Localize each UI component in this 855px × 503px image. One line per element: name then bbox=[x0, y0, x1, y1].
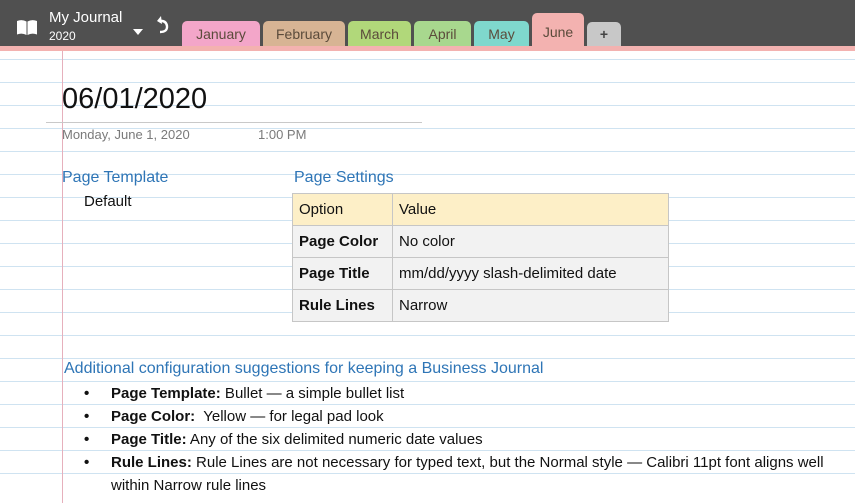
list-item-text: Any of the six delimited numeric date va… bbox=[186, 431, 483, 448]
table-cell[interactable]: Page Title bbox=[292, 257, 393, 290]
suggestions-heading[interactable]: Additional configuration suggestions for… bbox=[64, 360, 543, 378]
add-section-button[interactable]: + bbox=[587, 22, 621, 46]
list-item-text: Bullet — a simple bullet list bbox=[220, 385, 405, 402]
margin-line bbox=[62, 51, 63, 503]
list-item-label: Page Title: bbox=[111, 431, 187, 448]
chevron-down-icon[interactable] bbox=[131, 25, 145, 39]
table-cell[interactable]: mm/dd/yyyy slash-delimited date bbox=[392, 257, 669, 290]
notebook-name[interactable]: My Journal bbox=[49, 9, 122, 26]
list-item[interactable]: • Page Color: Yellow — for legal pad look bbox=[84, 405, 854, 428]
table-row: Page Color No color bbox=[292, 225, 669, 258]
table-row: Page Title mm/dd/yyyy slash-delimited da… bbox=[292, 257, 669, 290]
list-item-text: Yellow — for legal pad look bbox=[195, 408, 384, 425]
page-settings-table[interactable]: Option Value Page Color No color Page Ti… bbox=[292, 193, 669, 322]
tab-january[interactable]: January bbox=[182, 21, 260, 46]
bullet-icon: • bbox=[84, 454, 90, 471]
page-time: 1:00 PM bbox=[258, 127, 307, 142]
table-cell[interactable]: Page Color bbox=[292, 225, 393, 258]
table-cell[interactable]: Rule Lines bbox=[292, 289, 393, 322]
section-group-name[interactable]: 2020 bbox=[49, 29, 76, 43]
list-item[interactable]: • Page Template: Bullet — a simple bullet… bbox=[84, 382, 854, 405]
bullet-icon: • bbox=[84, 431, 90, 448]
bullet-icon: • bbox=[84, 385, 90, 402]
tab-june[interactable]: June bbox=[532, 13, 584, 47]
list-item-label: Page Color: bbox=[111, 408, 196, 425]
tab-february[interactable]: February bbox=[263, 21, 345, 46]
tab-april[interactable]: April bbox=[414, 21, 471, 46]
page-title[interactable]: 06/01/2020 bbox=[62, 82, 207, 116]
page-template-heading[interactable]: Page Template bbox=[62, 169, 168, 187]
tab-may[interactable]: May bbox=[474, 21, 529, 46]
table-cell[interactable]: No color bbox=[392, 225, 669, 258]
list-item[interactable]: • Rule Lines: Rule Lines are not necessar… bbox=[84, 451, 854, 497]
list-item-text: Rule Lines are not necessary for typed t… bbox=[111, 454, 824, 494]
bullet-icon: • bbox=[84, 408, 90, 425]
list-item-label: Page Template: bbox=[111, 385, 221, 402]
title-divider bbox=[46, 122, 422, 123]
list-item-label: Rule Lines: bbox=[111, 454, 192, 471]
table-header-cell[interactable]: Value bbox=[392, 193, 669, 226]
back-arrow-icon[interactable] bbox=[154, 15, 171, 35]
suggestions-list: • Page Template: Bullet — a simple bullet… bbox=[84, 382, 854, 497]
page-date: Monday, June 1, 2020 bbox=[62, 127, 190, 142]
tab-march[interactable]: March bbox=[348, 21, 411, 46]
table-header-row: Option Value bbox=[292, 193, 669, 226]
page-template-value[interactable]: Default bbox=[84, 193, 132, 210]
page-settings-heading[interactable]: Page Settings bbox=[294, 169, 394, 187]
notebook-icon[interactable] bbox=[16, 19, 38, 36]
table-cell[interactable]: Narrow bbox=[392, 289, 669, 322]
table-header-cell[interactable]: Option bbox=[292, 193, 393, 226]
list-item[interactable]: • Page Title: Any of the six delimited nu… bbox=[84, 428, 854, 451]
table-row: Rule Lines Narrow bbox=[292, 289, 669, 322]
